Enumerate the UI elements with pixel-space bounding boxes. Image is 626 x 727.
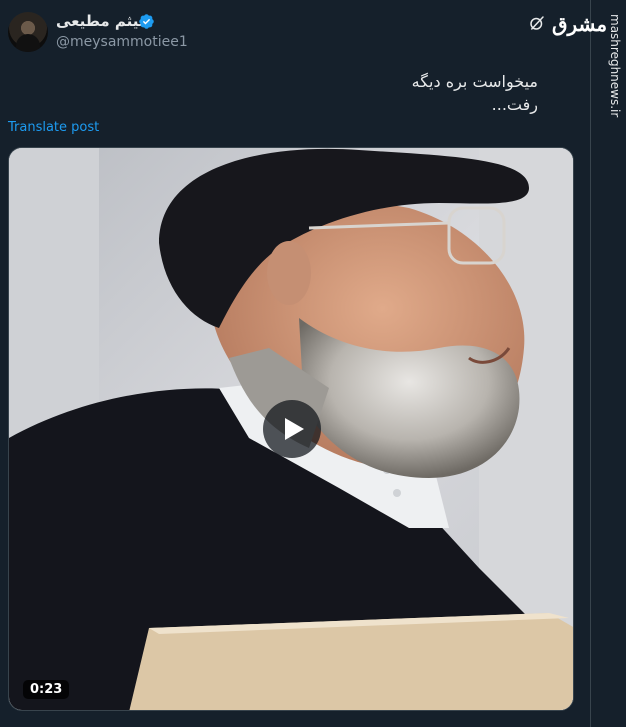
video-player[interactable]: 0:23	[8, 147, 574, 711]
verified-badge-icon	[139, 14, 154, 29]
video-duration-badge: 0:23	[23, 680, 70, 699]
play-icon	[285, 418, 304, 440]
column-divider	[590, 0, 591, 727]
watermark-logo: مشرق	[552, 12, 608, 36]
watermark-site-text: mashreghnews.ir	[608, 14, 622, 118]
play-button[interactable]	[263, 400, 321, 458]
author-avatar[interactable]	[8, 12, 48, 52]
tweet-post: میثم مطیعی @meysammotiee1 میخواست بره دی…	[0, 0, 590, 727]
tweet-text-line-2: رفت...	[491, 95, 538, 114]
watermark-site: mashreghnews.ir	[608, 14, 624, 134]
author-handle[interactable]: @meysammotiee1	[56, 34, 188, 50]
grok-icon[interactable]	[528, 14, 546, 32]
tweet-text: میخواست بره دیگه رفت...	[238, 70, 538, 116]
tweet-text-line-1: میخواست بره دیگه	[411, 72, 538, 91]
translate-post-link[interactable]: Translate post	[8, 120, 99, 135]
author-name[interactable]: میثم مطیعی	[56, 12, 148, 30]
